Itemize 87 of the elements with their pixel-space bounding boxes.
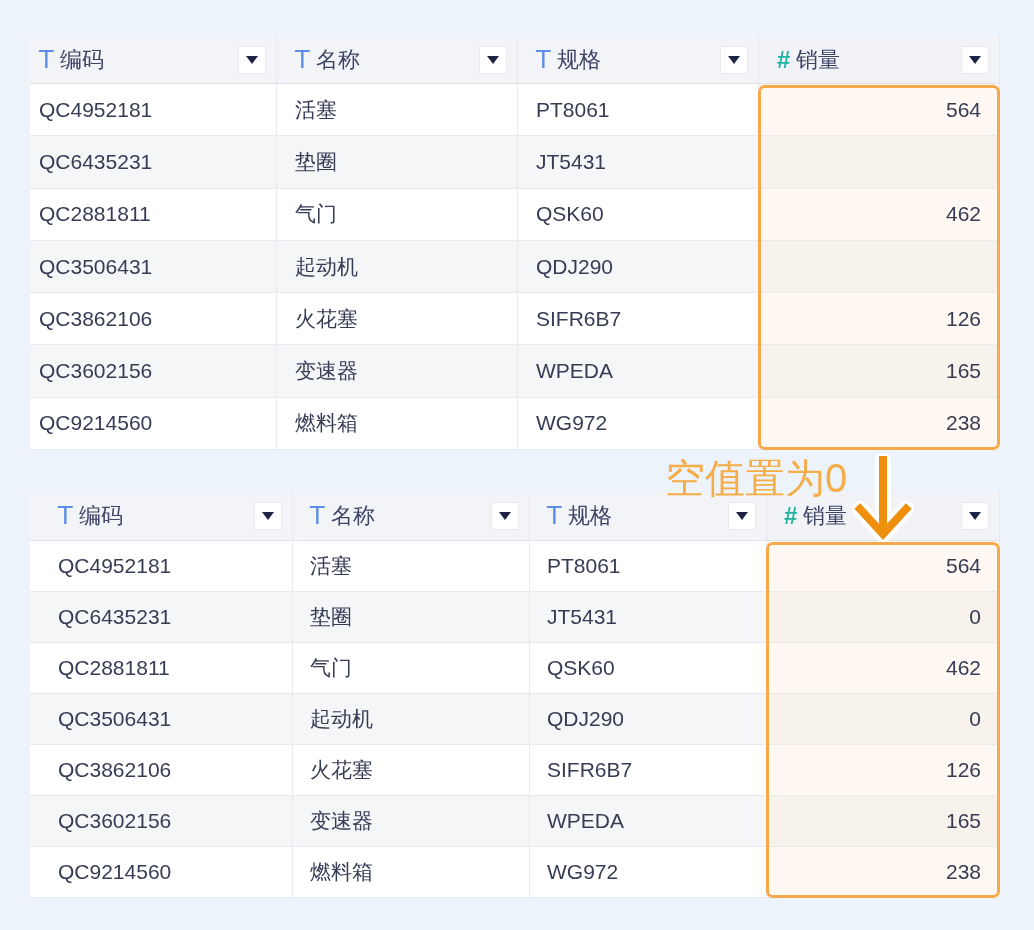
table-cell: SIFR6B7 (518, 293, 759, 346)
table-cell: QC3602156 (30, 796, 293, 848)
table-cell: 0 (767, 592, 1000, 644)
table-cell: 气门 (277, 188, 518, 241)
table-cell: QC2881811 (30, 188, 277, 241)
column-title: 销量 (796, 45, 842, 74)
table-cell: 564 (767, 541, 1000, 593)
table-cell: 活塞 (277, 84, 518, 137)
dropdown-button[interactable] (491, 502, 519, 531)
table-cell: 126 (767, 745, 1000, 797)
table-cell: 燃料箱 (293, 847, 530, 899)
table-cell: QC2881811 (30, 643, 293, 695)
table-cell: QC3602156 (30, 345, 277, 398)
table-cell: 564 (759, 84, 1000, 137)
column-title: 编码 (59, 45, 105, 74)
table-cell: 气门 (293, 643, 530, 695)
table-cell: QDJ290 (530, 694, 767, 746)
table-cell: WG972 (530, 847, 767, 899)
table-cell: 165 (767, 796, 1000, 848)
dropdown-button[interactable] (961, 45, 989, 74)
caret-icon (499, 512, 511, 521)
table-cell: 燃料箱 (277, 397, 518, 451)
table-cell: JT5431 (530, 592, 767, 644)
text-type-icon: T (310, 504, 325, 529)
text-type-icon: T (295, 47, 310, 72)
down-arrow-icon (852, 454, 914, 543)
text-type-icon: T (547, 504, 562, 529)
column-title: 规格 (556, 45, 602, 74)
table-cell: 火花塞 (293, 745, 530, 797)
column-title: 编码 (78, 502, 124, 531)
dropdown-button[interactable] (720, 45, 748, 74)
caret-icon (262, 512, 274, 521)
dropdown-button[interactable] (479, 45, 507, 74)
table-cell: WPEDA (530, 796, 767, 848)
table-cell: QC6435231 (30, 592, 293, 644)
table-cell: 起动机 (293, 694, 530, 746)
table-cell: PT8061 (518, 84, 759, 137)
table-cell: 165 (759, 345, 1000, 398)
table-cell: 火花塞 (277, 293, 518, 346)
dropdown-button[interactable] (238, 45, 266, 74)
column-title: 销量 (803, 502, 849, 531)
table-cell: 0 (767, 694, 1000, 746)
number-type-icon: # (777, 47, 791, 72)
caret-icon (969, 55, 981, 64)
table-cell: 变速器 (293, 796, 530, 848)
table-cell: QC3506431 (30, 694, 293, 746)
table-cell: 462 (759, 188, 1000, 241)
table-cell: 活塞 (293, 541, 530, 593)
dropdown-button[interactable] (254, 502, 282, 531)
table-cell: 462 (767, 643, 1000, 695)
table-cell: JT5431 (518, 136, 759, 189)
caret-icon (246, 55, 258, 64)
table-cell: WG972 (518, 397, 759, 451)
table-cell: QDJ290 (518, 240, 759, 294)
table-cell: QC3506431 (30, 240, 277, 294)
dropdown-button[interactable] (728, 502, 756, 531)
column-title: 名称 (315, 45, 361, 74)
caret-icon (487, 55, 499, 64)
table-cell: QC9214560 (30, 397, 277, 451)
table-cell: 变速器 (277, 345, 518, 398)
table-cell: 垫圈 (293, 592, 530, 644)
table-cell: 起动机 (277, 240, 518, 294)
annotation-text: 空值置为0 (665, 456, 848, 501)
caret-icon (969, 512, 981, 521)
text-type-icon: T (536, 47, 551, 72)
dropdown-button[interactable] (961, 502, 989, 531)
table-cell: SIFR6B7 (530, 745, 767, 797)
table-cell: QC4952181 (30, 84, 277, 137)
table-cell: QC6435231 (30, 136, 277, 189)
table-cell: 238 (767, 847, 1000, 899)
table-cell: QC3862106 (30, 745, 293, 797)
number-type-icon: # (784, 504, 798, 529)
caret-icon (736, 512, 748, 521)
column-title: 规格 (567, 502, 613, 531)
table-cell: QC4952181 (30, 541, 293, 593)
table-cell: WPEDA (518, 345, 759, 398)
table-cell: QSK60 (518, 188, 759, 241)
table-cell: QC3862106 (30, 293, 277, 346)
text-type-icon: T (39, 47, 54, 72)
table-cell: 126 (759, 293, 1000, 346)
caret-icon (728, 55, 740, 64)
text-type-icon: T (58, 504, 73, 529)
column-title: 名称 (330, 502, 376, 531)
table-cell: 垫圈 (277, 136, 518, 189)
table-cell: QSK60 (530, 643, 767, 695)
table-cell: PT8061 (530, 541, 767, 593)
table-cell: QC9214560 (30, 847, 293, 899)
